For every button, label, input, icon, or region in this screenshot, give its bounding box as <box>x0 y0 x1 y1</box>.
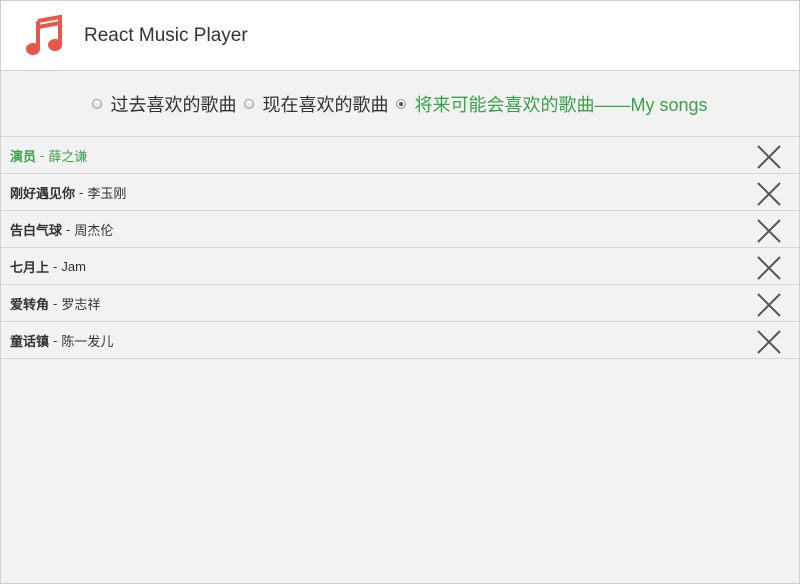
song-row[interactable]: 告白气球 - 周杰伦 <box>1 211 799 248</box>
filter-current-songs[interactable]: 现在喜欢的歌曲 <box>244 91 388 117</box>
song-title: 演员 <box>10 148 37 164</box>
song-artist: 陈一发儿 <box>61 333 114 349</box>
song-separator: - <box>53 332 58 348</box>
song-artist: 罗志祥 <box>61 296 101 312</box>
song-separator: - <box>53 295 58 311</box>
radio-button[interactable] <box>244 98 255 109</box>
song-row[interactable]: 爱转角 - 罗志祥 <box>1 285 799 322</box>
close-icon[interactable] <box>757 256 781 280</box>
song-artist: Jam <box>61 258 86 274</box>
filter-label: 现在喜欢的歌曲 <box>262 94 389 115</box>
close-icon[interactable] <box>757 293 781 317</box>
close-icon[interactable] <box>757 182 781 206</box>
song-title: 爱转角 <box>10 296 50 312</box>
filter-future-songs[interactable]: 将来可能会喜欢的歌曲——My songs <box>396 91 708 117</box>
song-title: 七月上 <box>10 259 50 275</box>
filter-label: 过去喜欢的歌曲 <box>110 94 237 115</box>
song-artist: 李玉刚 <box>87 185 127 201</box>
song-separator: - <box>53 258 58 274</box>
close-icon[interactable] <box>757 219 781 243</box>
song-filter-group: 过去喜欢的歌曲 现在喜欢的歌曲 将来可能会喜欢的歌曲——My songs <box>1 71 799 137</box>
app-title: React Music Player <box>84 24 248 46</box>
filter-past-songs[interactable]: 过去喜欢的歌曲 <box>92 91 236 117</box>
song-separator: - <box>66 221 71 237</box>
radio-button-selected[interactable] <box>396 98 407 109</box>
song-separator: - <box>40 147 45 163</box>
song-row[interactable]: 七月上 - Jam <box>1 248 799 285</box>
song-artist: 周杰伦 <box>74 222 114 238</box>
filter-label: 将来可能会喜欢的歌曲——My songs <box>414 94 708 115</box>
song-title: 告白气球 <box>10 222 63 238</box>
song-title: 刚好遇见你 <box>10 185 76 201</box>
song-title: 童话镇 <box>10 333 50 349</box>
close-icon[interactable] <box>757 330 781 354</box>
song-separator: - <box>79 184 84 200</box>
song-list: 演员 - 薛之谦 刚好遇见你 - 李玉刚 告白气球 - 周杰伦 七月上 - Ja… <box>1 137 799 359</box>
music-note-icon <box>26 14 62 55</box>
close-icon[interactable] <box>757 145 781 169</box>
app-header: React Music Player <box>1 1 799 71</box>
song-artist: 薛之谦 <box>48 148 88 164</box>
radio-button[interactable] <box>92 98 103 109</box>
song-row-current[interactable]: 演员 - 薛之谦 <box>1 137 799 174</box>
song-row[interactable]: 刚好遇见你 - 李玉刚 <box>1 174 799 211</box>
song-row[interactable]: 童话镇 - 陈一发儿 <box>1 322 799 359</box>
